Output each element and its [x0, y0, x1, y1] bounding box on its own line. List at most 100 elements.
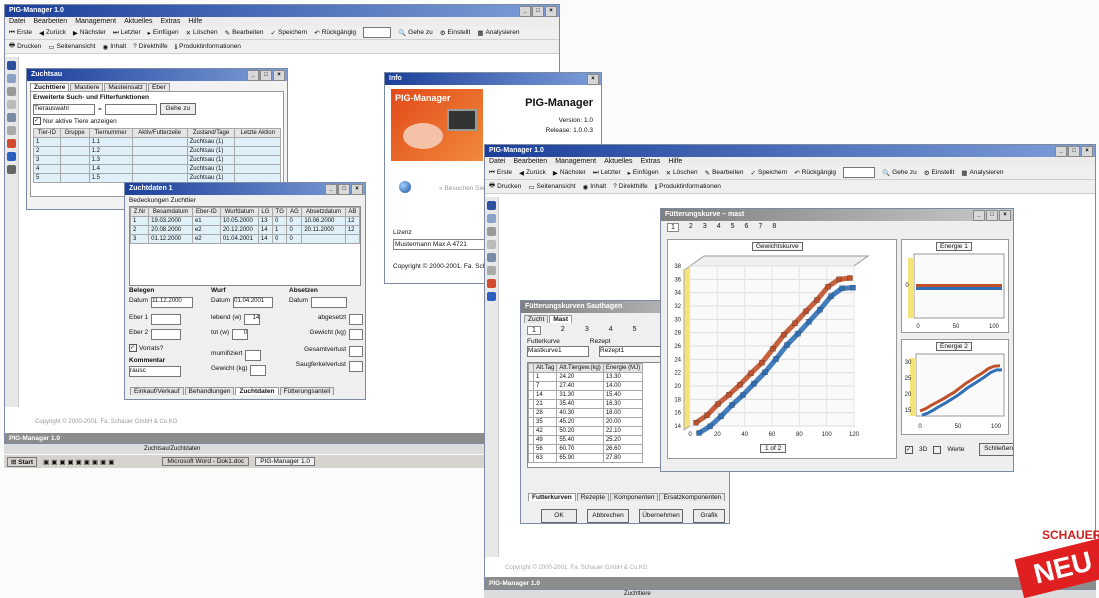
menu-bearbeiten[interactable]: Bearbeiten: [513, 158, 547, 165]
table-row[interactable]: 1 1.1 Zuchtsau (1): [33, 137, 281, 147]
dock-icon-3[interactable]: [7, 87, 16, 96]
gesamtverlust-input[interactable]: [349, 346, 363, 357]
next-button[interactable]: ▶ Nächster: [553, 169, 586, 177]
kommentar-select[interactable]: rausc: [129, 366, 181, 377]
menu-hilfe[interactable]: Hilfe: [188, 18, 202, 25]
dock-icon-8[interactable]: [7, 152, 16, 161]
table-row[interactable]: 49 55.40 25.20: [528, 435, 644, 445]
diagram-num-tab[interactable]: 4: [717, 223, 721, 232]
dock-icon-1[interactable]: [7, 61, 16, 70]
abgesetzt-input[interactable]: [349, 314, 363, 325]
edit-button[interactable]: ✎ Bearbeiten: [705, 169, 744, 177]
col-aktiv[interactable]: Aktiv/Futterzeile: [131, 128, 188, 138]
tab-ersatzkomponenten[interactable]: Ersatzkomponenten: [659, 493, 726, 501]
minimize-icon[interactable]: _: [973, 210, 985, 221]
print-button[interactable]: 🖶 Drucken: [9, 41, 41, 52]
active-checkbox[interactable]: ✓: [33, 117, 41, 125]
close-icon[interactable]: ×: [545, 6, 557, 17]
futter-num-tab[interactable]: 5: [633, 326, 637, 335]
dock-icon-1[interactable]: [487, 201, 496, 210]
product-info-button[interactable]: ℹ Produktinformationen: [655, 183, 721, 191]
diagram-num-tab[interactable]: 2: [689, 223, 693, 232]
close-icon[interactable]: ×: [351, 184, 363, 195]
dock-icon-2[interactable]: [487, 214, 496, 223]
minimize-icon[interactable]: _: [519, 6, 531, 17]
belegen-datum-input[interactable]: 11.12.2000: [151, 297, 194, 308]
close-button[interactable]: Schließen: [978, 443, 1013, 456]
minimize-icon[interactable]: _: [1055, 146, 1067, 157]
tab-komponenten[interactable]: Komponenten: [609, 493, 659, 501]
dock-icon-7[interactable]: [7, 139, 16, 148]
lebend-input[interactable]: 14: [244, 314, 261, 325]
preview-button[interactable]: ▭ Seitenansicht: [528, 183, 575, 191]
back-button[interactable]: ◀ Zurück: [519, 169, 546, 177]
tab-masteinsatz[interactable]: Masteinsatz: [104, 83, 148, 91]
filter-select[interactable]: Tierauswahl: [33, 103, 95, 115]
goto-button[interactable]: 🔍 Gehe zu: [882, 169, 917, 177]
futter-num-tab[interactable]: 2: [561, 326, 565, 335]
ok-button[interactable]: OK: [541, 509, 577, 523]
futter-num-tab[interactable]: 4: [609, 326, 613, 335]
col-besamdatum[interactable]: Besamdatum: [148, 207, 193, 217]
tab-zuchtdaten[interactable]: Zuchtdaten: [235, 387, 279, 395]
menu-extras[interactable]: Extras: [640, 158, 660, 165]
futterkurve-input[interactable]: Mastkurve1: [527, 346, 589, 357]
task-word[interactable]: Microsoft Word - Dok1.doc: [162, 457, 250, 466]
dock-icon-3[interactable]: [487, 227, 496, 236]
menu-management[interactable]: Management: [555, 158, 596, 165]
table-row[interactable]: 4 1.4 Zuchtsau (1): [33, 164, 281, 174]
col-ag[interactable]: AG: [286, 207, 303, 217]
grafik-button[interactable]: Grafik: [693, 509, 725, 523]
eber1-select[interactable]: [151, 314, 182, 325]
dock-icon-5[interactable]: [487, 253, 496, 262]
col-lg[interactable]: LG: [257, 207, 273, 217]
col-eber-id[interactable]: Eber-ID: [191, 207, 221, 217]
product-info-button[interactable]: ℹ Produktinformationen: [175, 43, 241, 51]
col-tg[interactable]: TG: [271, 207, 288, 217]
col-tiernummer[interactable]: Tiernummer: [88, 128, 133, 138]
maximize-icon[interactable]: □: [986, 210, 998, 221]
col-wurfdatum[interactable]: Wurfdatum: [219, 207, 259, 217]
preview-button[interactable]: ▭ Seitenansicht: [48, 43, 95, 51]
settings-button[interactable]: ⚙ Einstellt: [440, 29, 471, 37]
table-row[interactable]: 28 40.30 18.00: [528, 408, 644, 418]
task-pigmanager[interactable]: PIG-Manager 1.0: [255, 457, 316, 466]
undo-button[interactable]: ↶ Rückgängig: [314, 29, 356, 37]
dock-icon-7[interactable]: [487, 279, 496, 288]
diagram-num-tab[interactable]: 1: [667, 223, 679, 232]
tab-eber[interactable]: Eber: [148, 83, 170, 91]
diagram-num-tab[interactable]: 3: [703, 223, 707, 232]
menu-aktuelles[interactable]: Aktuelles: [604, 158, 632, 165]
last-button[interactable]: ⏭ Letzter: [113, 29, 141, 37]
table-row[interactable]: 35 45.20 20.00: [528, 417, 644, 427]
cancel-button[interactable]: Abbrechen: [587, 509, 629, 523]
help-button[interactable]: ? Direkthilfe: [613, 183, 648, 190]
analyze-button[interactable]: ▦ Analysieren: [961, 169, 1003, 177]
table-row[interactable]: 63 65.90 27.80: [528, 453, 644, 463]
tab-behandlungen[interactable]: Behandlungen: [184, 387, 235, 395]
futter-num-tab[interactable]: 1: [527, 326, 541, 335]
dock-icon-5[interactable]: [7, 113, 16, 122]
diagram-num-tab[interactable]: 8: [772, 223, 776, 232]
first-button[interactable]: ⏮ Erste: [489, 169, 512, 177]
wurf-gewicht-input[interactable]: [250, 365, 267, 376]
tab-zucht[interactable]: Zucht: [524, 315, 549, 323]
minimize-icon[interactable]: _: [325, 184, 337, 195]
table-row[interactable]: 3 1.3 Zuchtsau (1): [33, 155, 281, 165]
tab-fuetterung[interactable]: Fütterungsanteil: [279, 387, 335, 395]
dock-icon-4[interactable]: [7, 100, 16, 109]
help-button[interactable]: ? Direkthilfe: [133, 43, 168, 50]
insert-button[interactable]: ▸ Einfügen: [148, 29, 179, 37]
close-icon[interactable]: ×: [587, 74, 599, 85]
3d-checkbox[interactable]: ✓: [905, 445, 913, 454]
save-button[interactable]: ✓ Speichern: [271, 29, 308, 37]
menu-datei[interactable]: Datei: [9, 18, 25, 25]
maximize-icon[interactable]: □: [338, 184, 350, 195]
wurf-datum-input[interactable]: 01.04.2001: [233, 297, 274, 308]
maximize-icon[interactable]: □: [260, 70, 272, 81]
dock-icon-6[interactable]: [7, 126, 16, 135]
diagram-num-tab[interactable]: 7: [758, 223, 762, 232]
futter-num-tab[interactable]: 3: [585, 326, 589, 335]
tab-einkauf[interactable]: Einkauf/Verkauf: [130, 387, 184, 395]
dock-icon-2[interactable]: [7, 74, 16, 83]
